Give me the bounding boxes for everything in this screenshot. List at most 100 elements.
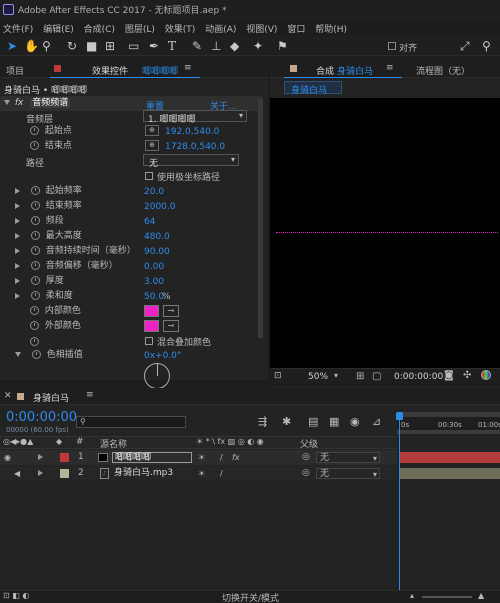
param-value[interactable]: 0.00 — [144, 262, 164, 272]
param-expand-icon[interactable] — [15, 262, 20, 269]
roto-brush-tool-icon[interactable]: ✦ — [253, 40, 263, 52]
parent-pickwhip-icon[interactable]: ◎ — [302, 450, 310, 465]
tab-effect-controls-layer[interactable]: 唧唧唧唧 — [142, 64, 178, 77]
tab-flowchart[interactable]: 流程图（无） — [416, 64, 470, 77]
grid-icon[interactable]: ⊞ — [356, 371, 364, 382]
param-collapse-icon[interactable] — [15, 352, 21, 357]
eye-icon[interactable]: ◉ — [4, 450, 11, 465]
layer-name[interactable]: 唧唧唧唧 — [112, 452, 192, 463]
stopwatch-icon[interactable] — [30, 186, 40, 195]
toggle-switches-modes[interactable]: 切换开关/模式 — [222, 591, 279, 603]
timeline-tab-menu-icon[interactable]: ≡ — [86, 390, 94, 400]
clone-stamp-tool-icon[interactable]: ⊥ — [211, 40, 221, 52]
panel-scrollbar[interactable] — [258, 98, 263, 338]
pan-behind-tool-icon[interactable]: ⊞ — [105, 40, 115, 52]
stopwatch-icon[interactable] — [30, 126, 39, 135]
comp-mini-flowchart-icon[interactable]: ⇶ — [258, 415, 267, 428]
stopwatch-icon[interactable] — [31, 350, 41, 359]
stopwatch-icon[interactable] — [30, 246, 40, 255]
layer-label-color[interactable] — [60, 469, 69, 478]
parent-dropdown[interactable]: 无 ▾ — [316, 468, 380, 479]
menu-animation[interactable]: 动画(A) — [205, 25, 236, 35]
layer-name[interactable]: 身骑白马.mp3 — [114, 466, 173, 481]
tab-menu-icon[interactable]: ≡ — [184, 63, 192, 73]
tab-comp-name[interactable]: 身骑白马 — [337, 64, 373, 77]
param-expand-icon[interactable] — [15, 217, 20, 224]
eyedropper-icon[interactable]: ⊸ — [163, 320, 179, 332]
camera-tool-icon[interactable]: ■ — [86, 40, 97, 52]
audio-icon[interactable]: ◀ — [14, 466, 20, 481]
param-value[interactable]: 20.0 — [144, 187, 164, 197]
layer-expand-icon[interactable] — [38, 466, 43, 481]
close-icon[interactable]: ✕ — [4, 391, 12, 401]
menu-edit[interactable]: 编辑(E) — [43, 25, 74, 35]
crosshair-icon[interactable]: ⊕ — [145, 125, 159, 136]
chevron-down-icon[interactable]: ▾ — [334, 371, 338, 380]
rotate-tool-icon[interactable]: ↻ — [67, 40, 77, 52]
timeline-timecode[interactable]: 0:00:00:00 — [6, 410, 77, 425]
quality-switch-icon[interactable]: / — [220, 450, 223, 465]
magnifier-icon[interactable]: ⊡ — [274, 371, 282, 381]
pen-tool-icon[interactable]: ✒ — [149, 40, 159, 52]
tab-effect-controls[interactable]: 效果控件 — [92, 64, 128, 77]
timeline-search-input[interactable]: ⚲ — [76, 416, 186, 428]
param-expand-icon[interactable] — [15, 187, 20, 194]
stopwatch-icon[interactable] — [30, 321, 39, 330]
eraser-tool-icon[interactable]: ◆ — [230, 40, 239, 52]
param-value[interactable]: 3.00 — [144, 277, 164, 287]
menu-file[interactable]: 文件(F) — [3, 25, 33, 35]
menu-view[interactable]: 视图(V) — [246, 25, 277, 35]
shy-switch-icon[interactable]: ☀ — [198, 450, 205, 465]
param-expand-icon[interactable] — [15, 292, 20, 299]
param-value[interactable]: 90.00 — [144, 247, 170, 257]
layer-expand-icon[interactable] — [38, 450, 43, 465]
tab-project[interactable]: 项目 — [6, 64, 24, 77]
type-tool-icon[interactable]: T — [168, 40, 176, 52]
shy-switch-icon[interactable]: ☀ — [198, 466, 205, 481]
playhead-line[interactable] — [399, 418, 400, 590]
param-expand-icon[interactable] — [15, 202, 20, 209]
param-value[interactable]: 2000.0 — [144, 202, 176, 212]
expand-icon[interactable]: ⤢ — [460, 40, 470, 52]
layer-row[interactable]: ◉ 1 唧唧唧唧 ☀ / fx ◎ 无 ▾ — [0, 450, 397, 465]
quality-switch-icon[interactable]: / — [220, 466, 223, 481]
draft-3d-icon[interactable]: ✱ — [282, 415, 291, 428]
snap-checkbox[interactable] — [388, 42, 396, 50]
menu-effect[interactable]: 效果(T) — [165, 25, 196, 35]
toggle-panes-icons[interactable]: ⊡ ◧ ◐ — [3, 591, 29, 600]
crosshair-icon[interactable]: ⊕ — [145, 140, 159, 151]
zoom-out-icon[interactable]: ▴ — [410, 591, 414, 600]
motion-blur-icon[interactable]: ◉ — [350, 415, 360, 428]
comp-viewer[interactable] — [270, 98, 500, 368]
timeline-tab-label[interactable]: 身骑白马 — [33, 391, 69, 404]
param-value[interactable]: 64 — [144, 217, 155, 227]
comp-timecode[interactable]: 0:00:00:00 — [394, 372, 443, 382]
zoom-in-icon[interactable]: ▲ — [478, 591, 484, 600]
layer-label-color[interactable] — [60, 453, 69, 462]
layer-bar[interactable] — [399, 452, 500, 463]
layer-row[interactable]: ◀ 2 ♪ 身骑白马.mp3 ☀ / ◎ 无 ▾ — [0, 466, 397, 481]
timeline-zoom-slider[interactable] — [422, 596, 472, 598]
param-expand-icon[interactable] — [15, 232, 20, 239]
comp-subtab[interactable]: 身骑白马 — [284, 81, 342, 96]
camera-snapshot-icon[interactable]: ◙ — [444, 370, 454, 381]
stopwatch-icon[interactable] — [30, 291, 40, 300]
param-expand-icon[interactable] — [15, 247, 20, 254]
shy-layers-icon[interactable]: ▤ — [308, 415, 318, 428]
hue-value[interactable]: 0x+0.0° — [144, 351, 181, 361]
hand-tool-icon[interactable]: ✋ — [24, 40, 39, 52]
stopwatch-icon[interactable] — [30, 231, 40, 240]
zoom-level[interactable]: 50% — [308, 372, 328, 382]
outer-color-swatch[interactable] — [144, 320, 159, 332]
fx-icon[interactable]: fx — [15, 98, 24, 108]
parent-dropdown[interactable]: 无 ▾ — [316, 452, 380, 463]
stopwatch-icon[interactable] — [30, 276, 40, 285]
zoom-tool-icon[interactable]: ⚲ — [42, 40, 51, 52]
puppet-pin-tool-icon[interactable]: ⚑ — [277, 40, 288, 52]
comp-tab-menu-icon[interactable]: ≡ — [386, 63, 394, 73]
eyedropper-icon[interactable]: ⊸ — [163, 305, 179, 317]
parent-pickwhip-icon[interactable]: ◎ — [302, 466, 310, 481]
stopwatch-icon[interactable] — [30, 201, 40, 210]
menu-layer[interactable]: 图层(L) — [125, 25, 155, 35]
start-point-value[interactable]: 192.0,540.0 — [165, 127, 219, 137]
